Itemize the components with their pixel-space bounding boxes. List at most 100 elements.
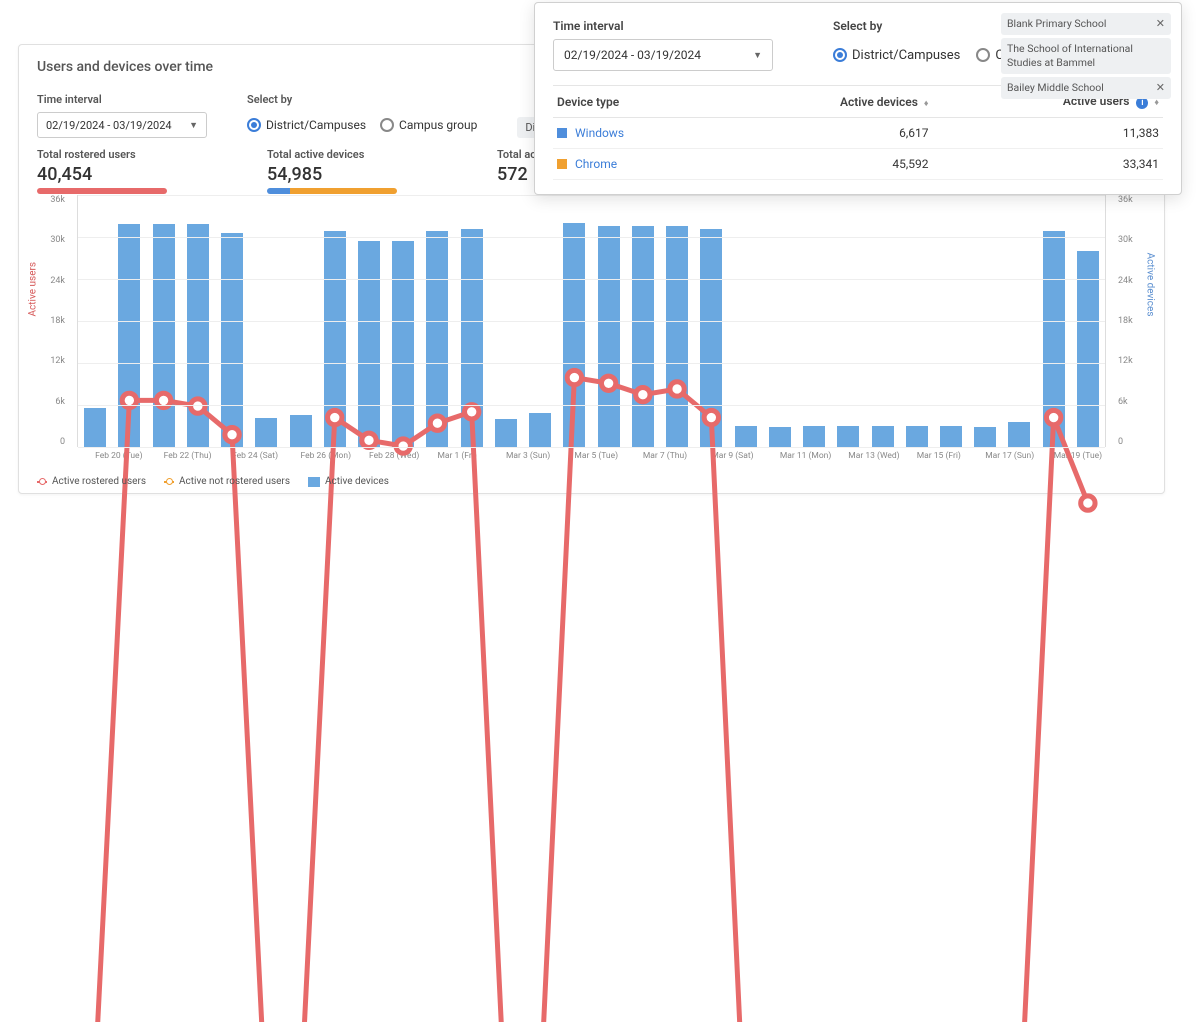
bar[interactable] (392, 241, 414, 447)
x-tick: Mar 11 (Mon) (780, 451, 832, 461)
selectby-label: Select by (247, 93, 477, 106)
bar[interactable] (803, 426, 825, 447)
device-name: Windows (575, 126, 624, 140)
x-tick: Mar 17 (Sun) (985, 451, 1034, 461)
legend-rostered[interactable]: Active rostered users (37, 476, 146, 487)
y-ticks-left: 36k30k24k18k12k6k0 (41, 195, 65, 447)
metric-devices: Total active devices 54,985 (267, 148, 437, 194)
bar[interactable] (461, 229, 483, 447)
metric-bar (267, 188, 397, 194)
device-type-link[interactable]: Chrome (557, 157, 715, 171)
bar[interactable] (153, 224, 175, 447)
bar[interactable] (974, 427, 996, 447)
date-range-select[interactable]: 02/19/2024 - 03/19/2024 ▼ (37, 112, 207, 138)
bar-swatch-icon (308, 477, 320, 487)
radio-campus-label: Campus group (399, 118, 477, 132)
overlay-date-select[interactable]: 02/19/2024 - 03/19/2024 ▼ (553, 39, 773, 71)
legend-label: Active rostered users (52, 476, 146, 487)
th-device-type[interactable]: Device type (553, 86, 719, 118)
x-tick: Mar 9 (Sat) (711, 451, 753, 461)
th-active-devices[interactable]: Active devices ♦ (719, 86, 933, 118)
bar[interactable] (906, 426, 928, 447)
overlay-radio-district-label: District/Campuses (852, 48, 960, 63)
legend-devices[interactable]: Active devices (308, 476, 389, 487)
bar[interactable] (872, 426, 894, 447)
metric-rostered: Total rostered users 40,454 (37, 148, 207, 194)
bar[interactable] (187, 224, 209, 447)
bar[interactable] (700, 229, 722, 447)
bar[interactable] (358, 241, 380, 447)
bar[interactable] (255, 418, 277, 447)
th-label: Active devices (840, 95, 918, 109)
close-icon[interactable]: ✕ (1156, 81, 1165, 95)
x-tick: Mar 19 (Tue) (1054, 451, 1102, 461)
metric-label: Total active devices (267, 148, 437, 161)
x-tick: Mar 7 (Thu) (643, 451, 687, 461)
bar[interactable] (84, 408, 106, 447)
overlay-chips: Blank Primary School ✕ The School of Int… (1001, 13, 1171, 99)
metric-value: 54,985 (267, 164, 437, 185)
bar[interactable] (940, 426, 962, 447)
y-ticks-right: 36k30k24k18k12k6k0 (1118, 195, 1142, 447)
chip-label: Bailey Middle School (1007, 81, 1104, 95)
bar[interactable] (495, 419, 517, 447)
device-type-link[interactable]: Windows (557, 126, 715, 140)
bar[interactable] (1008, 422, 1030, 447)
table-row: Windows 6,617 11,383 (553, 118, 1163, 149)
x-tick: Feb 22 (Thu) (164, 451, 212, 461)
bar[interactable] (324, 231, 346, 447)
bar[interactable] (735, 426, 757, 447)
overlay-chip[interactable]: The School of International Studies at B… (1001, 38, 1171, 73)
cell-devices: 45,592 (719, 149, 933, 180)
line-marker-icon (37, 481, 47, 483)
legend-label: Active not rostered users (179, 476, 290, 487)
bar[interactable] (1077, 251, 1099, 447)
select-by-filter: Select by District/Campuses Campus group (247, 93, 477, 138)
bar[interactable] (666, 226, 688, 447)
legend-not-rostered[interactable]: Active not rostered users (164, 476, 290, 487)
x-tick: Mar 3 (Sun) (506, 451, 550, 461)
bar[interactable] (290, 415, 312, 447)
legend-label: Active devices (325, 476, 389, 487)
overlay-chip[interactable]: Bailey Middle School ✕ (1001, 77, 1171, 99)
overlay-panel: Time interval 02/19/2024 - 03/19/2024 ▼ … (534, 2, 1182, 195)
y-axis-left-label: Active users (28, 262, 39, 317)
bar[interactable] (529, 413, 551, 447)
bar[interactable] (221, 233, 243, 447)
chart: Active users Active devices 36k30k24k18k… (37, 195, 1146, 467)
chip-label: Blank Primary School (1007, 17, 1106, 31)
caret-down-icon: ▼ (189, 120, 198, 131)
bar[interactable] (769, 427, 791, 447)
overlay-chip[interactable]: Blank Primary School ✕ (1001, 13, 1171, 35)
line-marker-icon (164, 481, 174, 483)
x-tick: Feb 28 (Wed) (369, 451, 419, 461)
bar[interactable] (1043, 231, 1065, 447)
close-icon[interactable]: ✕ (1156, 17, 1165, 31)
color-swatch-icon (557, 159, 567, 169)
bar[interactable] (598, 226, 620, 447)
bar[interactable] (837, 426, 859, 447)
bar[interactable] (426, 231, 448, 447)
caret-down-icon: ▼ (753, 50, 762, 61)
chip-label: The School of International Studies at B… (1007, 42, 1165, 69)
x-tick: Feb 20 (Tue) (95, 451, 142, 461)
color-swatch-icon (557, 128, 567, 138)
overlay-date-value: 02/19/2024 - 03/19/2024 (564, 48, 701, 62)
radio-checked-icon (247, 118, 261, 132)
radio-district[interactable]: District/Campuses (247, 118, 366, 132)
metric-label: Total rostered users (37, 148, 207, 161)
metric-value: 40,454 (37, 164, 207, 185)
bar[interactable] (632, 226, 654, 447)
legend: Active rostered users Active not rostere… (37, 476, 389, 487)
time-label: Time interval (37, 93, 207, 106)
x-tick: Mar 15 (Fri) (917, 451, 961, 461)
overlay-radio-district[interactable]: District/Campuses (833, 48, 960, 63)
radio-checked-icon (833, 48, 847, 62)
bar[interactable] (118, 224, 140, 447)
radio-district-label: District/Campuses (266, 118, 366, 132)
radio-campus-group[interactable]: Campus group (380, 118, 477, 132)
time-interval-filter: Time interval 02/19/2024 - 03/19/2024 ▼ (37, 93, 207, 138)
selectby-radio-group: District/Campuses Campus group (247, 112, 477, 138)
bar[interactable] (563, 223, 585, 447)
sort-icon: ♦ (924, 99, 929, 109)
